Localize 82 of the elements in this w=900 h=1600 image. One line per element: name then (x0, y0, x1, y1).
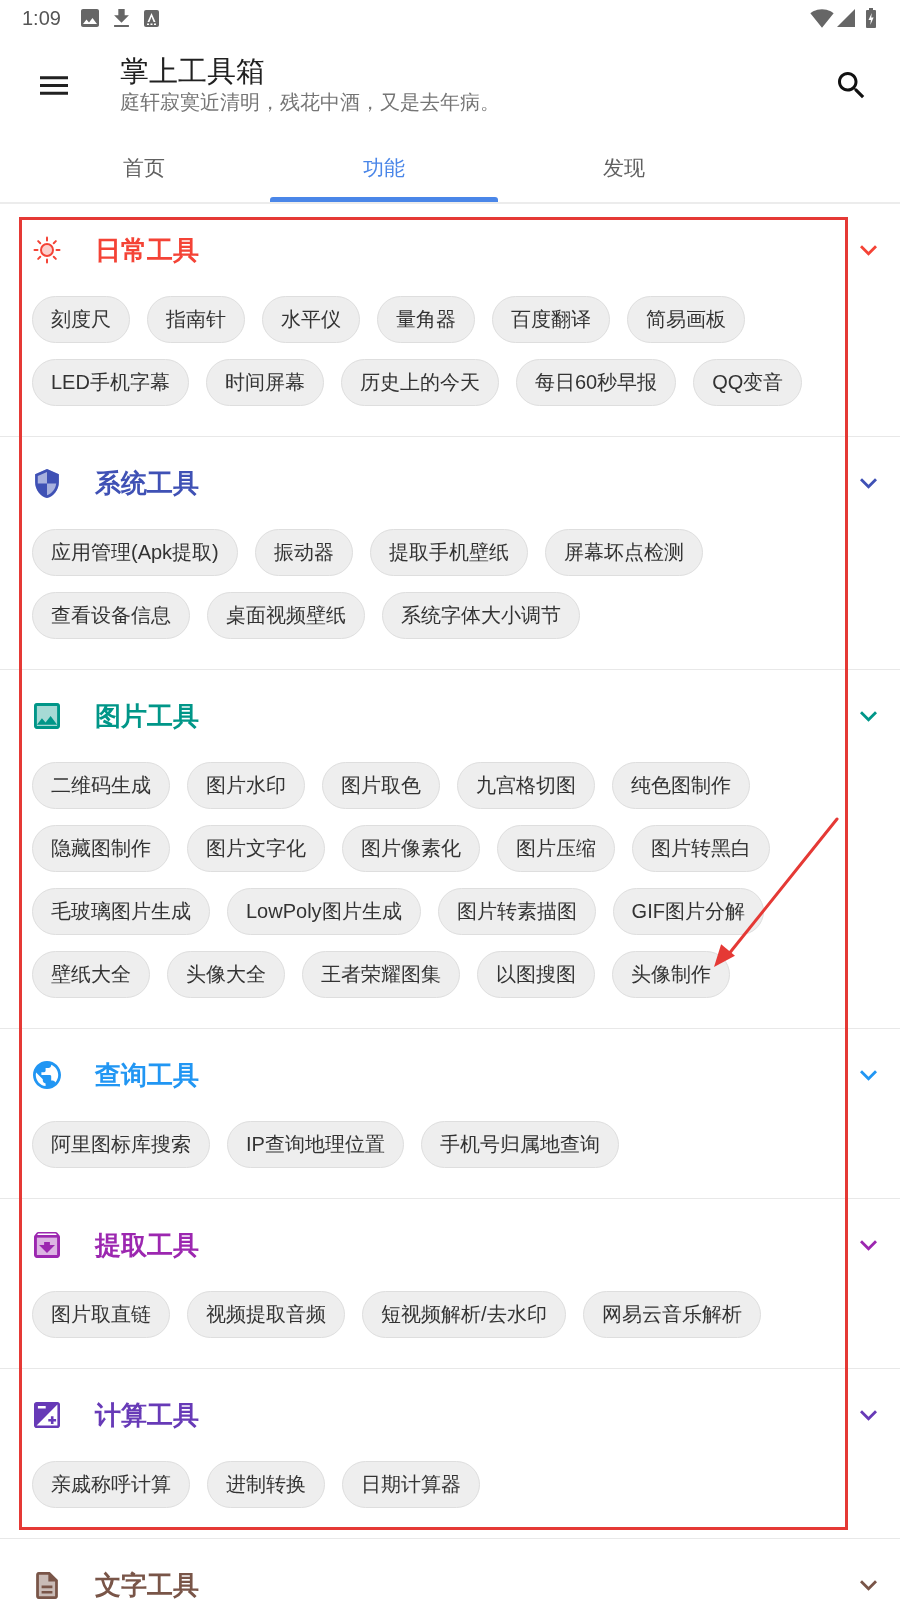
app-title: 掌上工具箱 (120, 54, 266, 88)
tool-chip[interactable]: 水平仪 (262, 296, 360, 343)
tool-chip[interactable]: 桌面视频壁纸 (207, 592, 365, 639)
download-icon (113, 9, 129, 27)
chevron-down-icon[interactable] (860, 1069, 877, 1081)
section-title: 系统工具 (95, 467, 199, 500)
tool-chip[interactable]: 每日60秒早报 (515, 359, 677, 406)
tool-chip[interactable]: 量角器 (377, 296, 475, 343)
tool-chip[interactable]: 图片文字化 (187, 825, 325, 872)
section-title: 查询工具 (95, 1059, 199, 1092)
tool-chip[interactable]: 阿里图标库搜索 (32, 1121, 210, 1168)
menu-icon[interactable] (40, 75, 68, 95)
tool-chip[interactable]: 毛玻璃图片生成 (32, 888, 210, 935)
tool-chip[interactable]: 应用管理(Apk提取) (32, 529, 238, 576)
chevron-down-icon[interactable] (860, 477, 877, 489)
tool-chip[interactable]: 视频提取音频 (187, 1291, 345, 1338)
tool-chip[interactable]: 短视频解析/去水印 (362, 1291, 566, 1338)
tool-chip[interactable]: 图片压缩 (497, 825, 615, 872)
image-icon (80, 9, 99, 27)
tool-chip[interactable]: 查看设备信息 (32, 592, 190, 639)
tool-chip[interactable]: 纯色图制作 (612, 762, 750, 809)
tool-chip[interactable]: 简易画板 (627, 296, 745, 343)
tab[interactable]: 功能 (264, 134, 504, 202)
signal-icon (837, 9, 855, 27)
tool-chip[interactable]: 九宫格切图 (457, 762, 595, 809)
chevron-down-icon[interactable] (860, 1409, 877, 1421)
tool-chip[interactable]: 百度翻译 (492, 296, 610, 343)
search-icon[interactable] (838, 71, 865, 99)
image-icon (34, 703, 60, 729)
status-time: 1:09 (22, 6, 61, 30)
tool-chip[interactable]: 日期计算器 (342, 1461, 480, 1508)
tool-chip[interactable]: 以图搜图 (477, 951, 595, 998)
tool-chip[interactable]: 系统字体大小调节 (382, 592, 580, 639)
tool-chip[interactable]: 网易云音乐解析 (582, 1291, 761, 1338)
tool-chip[interactable]: 图片水印 (187, 762, 305, 809)
app-subtitle: 庭轩寂寞近清明，残花中酒，又是去年病。 (120, 90, 500, 115)
notification-icon (143, 9, 159, 27)
tool-chip[interactable]: QQ变音 (693, 359, 803, 406)
tool-chip[interactable]: LED手机字幕 (32, 359, 189, 406)
tool-chip[interactable]: 亲戚称呼计算 (32, 1461, 190, 1508)
tool-chip[interactable]: 头像大全 (167, 951, 285, 998)
tool-chip[interactable]: 图片取色 (322, 762, 440, 809)
tool-chip[interactable]: 壁纸大全 (32, 951, 150, 998)
tool-chip[interactable]: 振动器 (254, 529, 353, 576)
tool-chip[interactable]: 提取手机壁纸 (369, 529, 528, 576)
tool-chip[interactable]: 时间屏幕 (205, 359, 324, 406)
tool-chip[interactable]: 头像制作 (612, 951, 730, 998)
tool-chip[interactable]: 图片转黑白 (632, 825, 770, 872)
section-title: 日常工具 (95, 234, 199, 267)
plus-minus-icon (34, 1402, 60, 1428)
tool-chip[interactable]: 图片取直链 (32, 1291, 170, 1338)
shield-icon (35, 468, 59, 498)
tool-chip[interactable]: 屏幕坏点检测 (544, 529, 703, 576)
archive-box-icon (34, 1232, 60, 1258)
tool-chip[interactable]: 历史上的今天 (340, 359, 499, 406)
sun-icon (33, 236, 61, 264)
wifi-icon (810, 8, 834, 28)
chevron-down-icon[interactable] (860, 1579, 877, 1591)
tool-chip[interactable]: 进制转换 (207, 1461, 325, 1508)
tool-chip[interactable]: 刻度尺 (32, 296, 130, 343)
tool-chip[interactable]: 指南针 (147, 296, 245, 343)
tool-chip[interactable]: 隐藏图制作 (32, 825, 170, 872)
tool-chip[interactable]: 二维码生成 (32, 762, 170, 809)
tool-chip[interactable]: 王者荣耀图集 (302, 951, 460, 998)
tool-chip[interactable]: 图片转素描图 (437, 888, 596, 935)
globe-icon (33, 1061, 61, 1089)
chevron-down-icon[interactable] (860, 244, 877, 256)
section-title: 提取工具 (95, 1229, 199, 1262)
tab[interactable]: 首页 (24, 134, 264, 202)
document-icon (36, 1571, 58, 1599)
tool-chip[interactable]: IP查询地理位置 (227, 1121, 404, 1168)
tab[interactable]: 发现 (504, 134, 744, 202)
tool-chip[interactable]: 手机号归属地查询 (420, 1121, 619, 1168)
tool-chip[interactable]: LowPoly图片生成 (227, 888, 421, 935)
chevron-down-icon[interactable] (860, 1239, 877, 1251)
section-title: 图片工具 (95, 700, 199, 733)
tool-chip[interactable]: GIF图片分解 (612, 888, 764, 935)
section-title: 文字工具 (95, 1569, 199, 1600)
section-title: 计算工具 (95, 1399, 199, 1432)
chevron-down-icon[interactable] (860, 710, 877, 722)
battery-charging-icon (866, 8, 876, 28)
tool-chip[interactable]: 图片像素化 (342, 825, 480, 872)
